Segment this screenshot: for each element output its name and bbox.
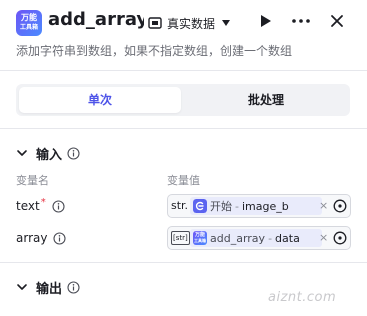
start-node-icon: [193, 199, 207, 213]
node-icon-line-2: 工具箱: [194, 238, 206, 243]
tab-batch[interactable]: 批处理: [186, 87, 346, 113]
param-name-array: array: [16, 229, 67, 247]
header-divider: [0, 70, 367, 71]
param-label: text: [16, 199, 40, 213]
ref-field-name: image_b: [241, 199, 289, 213]
data-mode-dropdown[interactable]: 真实数据: [148, 14, 231, 32]
variable-reference-chip[interactable]: 万能 工具箱 add_array - data: [190, 229, 322, 247]
watermark: aiznt.com: [268, 290, 337, 305]
node-panel-header: 万能 工具箱 add_array… 真实数据: [0, 0, 367, 44]
ref-separator: -: [268, 231, 273, 245]
node-title[interactable]: add_array…: [48, 9, 144, 30]
output-section-title: 输出: [36, 281, 63, 297]
type-tag: [str]: [171, 231, 190, 245]
data-mode-label: 真实数据: [167, 16, 216, 31]
info-icon[interactable]: [52, 199, 65, 213]
ref-node-name: add_array: [210, 231, 266, 245]
chevron-down-icon: [17, 284, 27, 290]
info-icon[interactable]: [53, 231, 67, 245]
chevron-down-icon: [17, 150, 27, 156]
param-label: array: [16, 231, 48, 245]
chevron-down-icon: [222, 20, 231, 26]
clear-reference-icon[interactable]: ×: [319, 231, 328, 245]
run-mode-tabs: 单次 批处理: [16, 84, 350, 116]
input-section-title: 输入: [36, 147, 63, 163]
ref-node-name: 开始: [210, 200, 232, 213]
app-icon-line-2: 工具箱: [19, 24, 38, 31]
param-value-array[interactable]: [str] 万能 工具箱 add_array - data ×: [167, 226, 351, 250]
type-tag: str.: [171, 199, 189, 212]
param-name-text: text *: [16, 197, 65, 215]
required-marker: *: [40, 196, 46, 208]
app-icon-line-1: 万能: [21, 13, 37, 22]
target-icon[interactable]: [333, 199, 347, 213]
clear-reference-icon[interactable]: ×: [319, 199, 328, 213]
section-divider: [0, 262, 367, 263]
close-icon[interactable]: [328, 12, 346, 30]
info-icon[interactable]: [67, 280, 80, 294]
ref-separator: -: [235, 199, 239, 213]
column-label-value: 变量值: [167, 174, 200, 187]
column-label-name: 变量名: [16, 174, 49, 187]
ref-field-name: data: [275, 231, 300, 245]
target-icon[interactable]: [333, 231, 347, 245]
tab-single[interactable]: 单次: [19, 87, 181, 113]
info-icon[interactable]: [67, 146, 80, 160]
param-value-text[interactable]: str. 开始 - image_b ×: [167, 194, 351, 218]
more-horizontal-icon[interactable]: [290, 12, 312, 30]
database-icon: [148, 17, 162, 29]
variable-reference-chip[interactable]: 开始 - image_b: [190, 197, 322, 215]
toolbox-app-icon: 万能 工具箱: [16, 10, 42, 36]
tabs-divider: [0, 128, 367, 129]
toolbox-node-icon: 万能 工具箱: [193, 231, 207, 245]
output-section-header[interactable]: 输出: [16, 277, 80, 297]
play-icon[interactable]: [256, 12, 274, 30]
input-section-header[interactable]: 输入: [16, 143, 80, 163]
node-description: 添加字符串到数组，如果不指定数组，创建一个数组: [16, 44, 293, 58]
